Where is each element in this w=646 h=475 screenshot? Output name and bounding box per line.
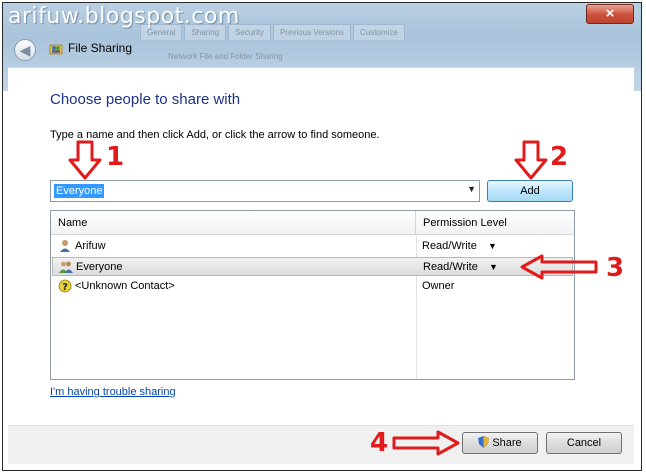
background-subtitle: Network File and Folder Sharing: [168, 52, 283, 61]
annotation-arrow-right: [392, 430, 460, 456]
background-tab: Security: [228, 24, 271, 40]
row-permission[interactable]: Read/Write: [423, 261, 478, 273]
table-row[interactable]: Arifuw Read/Write ▼: [52, 237, 573, 256]
annotation-number: 3: [606, 253, 625, 283]
close-button[interactable]: ×: [586, 4, 634, 24]
sharing-table: Name Permission Level Arifuw Read/Write …: [50, 210, 575, 380]
annotation-number: 2: [550, 142, 569, 172]
background-tab: General: [140, 24, 183, 40]
name-input-value[interactable]: Everyone: [54, 184, 105, 198]
chevron-down-icon[interactable]: ▼: [467, 184, 476, 194]
share-button-label: Share: [492, 437, 522, 449]
back-button[interactable]: ◀: [14, 39, 36, 61]
unknown-contact-icon: ?: [58, 279, 72, 293]
row-name: <Unknown Contact>: [75, 280, 175, 292]
table-row-selected[interactable]: Everyone Read/Write ▼: [52, 257, 573, 276]
background-tab: Sharing: [184, 24, 227, 40]
window-title: File Sharing: [68, 41, 133, 55]
annotation-arrow-down: [514, 140, 548, 180]
page-heading: Choose people to share with: [50, 91, 241, 108]
background-tab: Customize: [352, 24, 405, 40]
background-tabs: General Sharing Security Previous Versio…: [140, 24, 620, 46]
chevron-down-icon[interactable]: ▼: [489, 262, 498, 272]
column-header-permission[interactable]: Permission Level: [416, 211, 574, 235]
share-button[interactable]: Share: [462, 432, 538, 454]
annotation-number: 1: [106, 142, 125, 172]
chevron-down-icon[interactable]: ▼: [488, 241, 497, 251]
row-permission[interactable]: Read/Write: [422, 240, 477, 252]
name-combobox[interactable]: Everyone ▼: [50, 180, 480, 202]
annotation-arrow-left: [520, 254, 598, 280]
group-icon: [59, 261, 73, 273]
user-icon: [60, 240, 70, 252]
background-tab: Previous Versions: [272, 24, 351, 40]
uac-shield-icon: [478, 436, 490, 448]
svg-text:?: ?: [62, 282, 68, 293]
file-sharing-icon: [49, 44, 63, 55]
trouble-sharing-link[interactable]: I'm having trouble sharing: [50, 386, 176, 398]
column-header-name[interactable]: Name: [51, 211, 416, 235]
dialog-footer: [8, 425, 634, 464]
row-permission: Owner: [422, 280, 455, 292]
add-button[interactable]: Add: [487, 180, 573, 202]
table-row[interactable]: ? <Unknown Contact> Owner: [52, 277, 573, 296]
row-name: Arifuw: [75, 240, 106, 252]
annotation-number: 4: [370, 428, 389, 458]
annotation-arrow-down: [68, 140, 102, 180]
row-name: Everyone: [76, 261, 123, 273]
cancel-button[interactable]: Cancel: [546, 432, 622, 454]
